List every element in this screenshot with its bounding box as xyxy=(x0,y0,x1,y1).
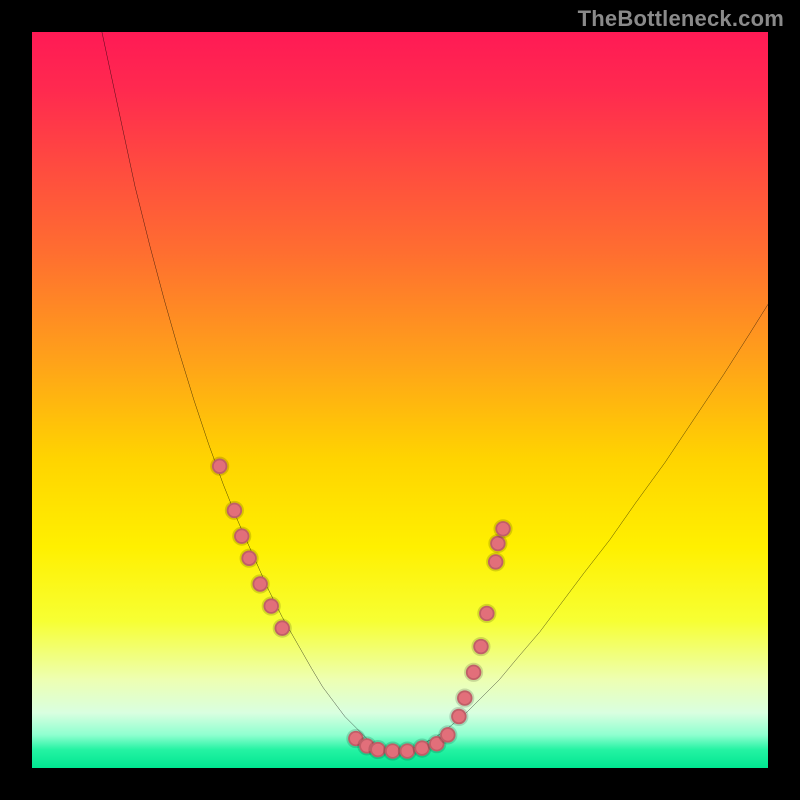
right-rise-curve xyxy=(393,304,768,753)
marker-dot xyxy=(466,665,481,680)
watermark-label: TheBottleneck.com xyxy=(578,6,784,32)
marker-dot xyxy=(275,620,290,635)
marker-dot xyxy=(457,690,472,705)
data-markers xyxy=(212,459,511,759)
marker-dot xyxy=(234,528,249,543)
marker-dot xyxy=(263,598,278,613)
chart-stage: TheBottleneck.com xyxy=(0,0,800,800)
marker-dot xyxy=(227,503,242,518)
marker-dot xyxy=(212,459,227,474)
marker-dot xyxy=(495,521,510,536)
marker-dot xyxy=(473,639,488,654)
plot-area xyxy=(32,32,768,768)
marker-dot xyxy=(241,551,256,566)
left-decline-curve xyxy=(102,32,393,753)
marker-dot xyxy=(451,709,466,724)
marker-dot xyxy=(479,606,494,621)
marker-dot xyxy=(440,727,455,742)
marker-dot xyxy=(488,554,503,569)
marker-dot xyxy=(252,576,267,591)
curve-layer xyxy=(32,32,768,768)
marker-dot xyxy=(400,743,415,758)
